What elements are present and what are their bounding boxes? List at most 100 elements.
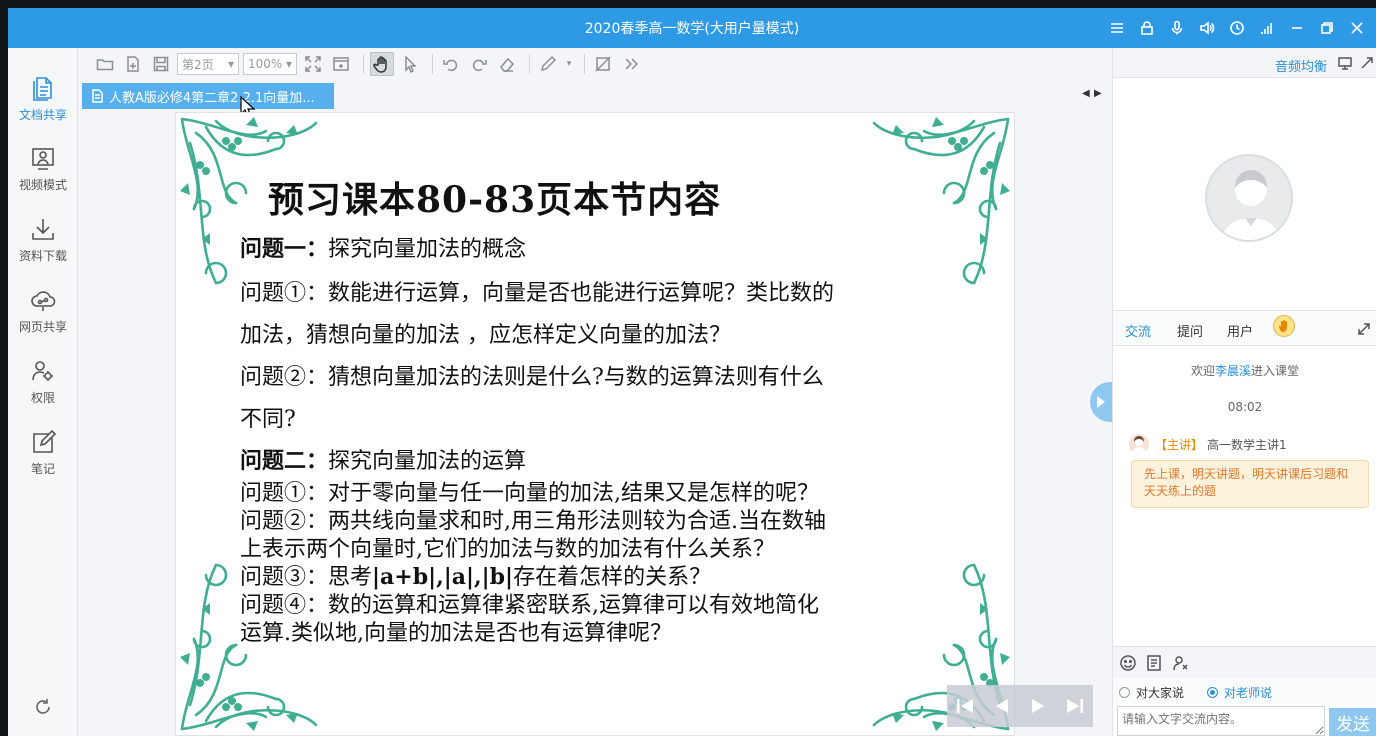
radio-label: 对老师说	[1224, 686, 1273, 700]
tab-users[interactable]: 用户	[1227, 321, 1253, 340]
radio-label: 对大家说	[1136, 686, 1185, 700]
new-page-button[interactable]	[121, 52, 145, 76]
send-button[interactable]: 发送	[1329, 708, 1376, 736]
page-select[interactable]: 第2页 ▾	[177, 53, 239, 75]
open-folder-button[interactable]	[93, 52, 117, 76]
undo-icon	[443, 59, 458, 72]
sender-name: 高一数学主讲1	[1207, 437, 1287, 452]
signal-icon[interactable]	[1252, 8, 1282, 48]
clear-annotations-button[interactable]	[591, 52, 615, 76]
raise-hand-button[interactable]	[1273, 315, 1295, 337]
save-button[interactable]	[149, 52, 173, 76]
fit-screen-button[interactable]	[301, 52, 325, 76]
chat-messages: 欢迎李晨溪进入课堂 08:02 【主讲】 高一数学主讲1 先上课，明天讲题，明天…	[1113, 346, 1376, 646]
pen-options-button[interactable]: ▾	[564, 52, 574, 76]
redo-button[interactable]	[467, 52, 491, 76]
first-page-icon[interactable]	[954, 695, 976, 717]
speaker-icon[interactable]	[1192, 8, 1222, 48]
minimize-icon[interactable]	[1282, 8, 1312, 48]
radio-to-everyone[interactable]: 对大家说	[1119, 684, 1184, 701]
sidebar-item-label: 网页共享	[18, 320, 67, 334]
emoji-icon[interactable]	[1119, 654, 1137, 672]
sidebar-item-note[interactable]: 笔记	[8, 424, 78, 486]
chat-target-options: 对大家说 对老师说	[1113, 678, 1376, 704]
slide-line: 问题①：数能进行运算，向量是否也能进行运算呢？类比数的	[240, 275, 834, 307]
slide-line-text: 加法，猜想向量的加法 ，应怎样定义向量的加法？	[240, 323, 731, 348]
pen-tool-button[interactable]	[536, 52, 560, 76]
clear-annotations-icon	[595, 56, 611, 72]
next-page-icon[interactable]	[1027, 695, 1049, 717]
lock-icon[interactable]	[1132, 8, 1162, 48]
toolbar-divider	[584, 54, 585, 74]
refresh-icon[interactable]	[32, 696, 54, 718]
redo-icon	[472, 59, 487, 72]
last-page-icon[interactable]	[1064, 695, 1086, 717]
user-filter-icon[interactable]	[1171, 654, 1189, 672]
left-sidebar: 文档共享 视频模式 资料下载 网页共享 权限 笔记	[8, 48, 78, 736]
slide-line: 问题一：探究向量加法的概念	[240, 231, 526, 263]
slide-line: 运算.类似地,向量的加法是否也有运算律呢？	[240, 615, 672, 647]
slide-line-text: 运算.类似地,向量的加法是否也有运算律呢？	[240, 621, 672, 646]
document-tab[interactable]: 人教A版必修4第二章2.2.1向量加...	[82, 83, 334, 109]
document-tab-label: 人教A版必修4第二章2.2.1向量加...	[109, 90, 315, 106]
file-icon	[92, 89, 103, 103]
toolbar-divider	[363, 54, 364, 74]
fit-width-icon	[333, 57, 349, 71]
teacher-avatar	[1205, 154, 1293, 242]
previous-page-icon[interactable]	[991, 695, 1013, 717]
sidebar-item-video-mode[interactable]: 视频模式	[8, 140, 78, 202]
pointer-tool-button[interactable]	[398, 52, 422, 76]
tab-scroll-right-icon[interactable]: ▶	[1094, 88, 1106, 99]
document-stage: 预习课本80-83页本节内容 问题一：探究向量加法的概念 问题①：数能进行运算，…	[79, 112, 1112, 736]
zoom-select[interactable]: 100% ▾	[243, 53, 297, 75]
sidebar-item-web-share[interactable]: 网页共享	[8, 282, 78, 344]
pointer-icon	[405, 55, 417, 73]
radio-indicator	[1207, 687, 1218, 698]
menu-icon[interactable]	[1102, 8, 1132, 48]
title-controls	[1102, 8, 1372, 48]
expand-icon[interactable]	[1359, 55, 1375, 71]
zoom-select-value: 100%	[248, 57, 283, 71]
slide-line: 加法，猜想向量的加法 ，应怎样定义向量的加法？	[240, 317, 731, 349]
page-select-value: 第2页	[182, 57, 214, 72]
tab-questions[interactable]: 提问	[1177, 321, 1203, 340]
chat-history-icon[interactable]	[1145, 654, 1163, 672]
sidebar-item-label: 文档共享	[18, 108, 67, 122]
sidebar-item-permission[interactable]: 权限	[8, 353, 78, 415]
slide-line-heading: 问题二：	[240, 448, 329, 474]
slide-line: 不同?	[240, 401, 296, 433]
screen-icon[interactable]	[1337, 55, 1353, 71]
restore-icon[interactable]	[1312, 8, 1342, 48]
popout-chat-icon[interactable]	[1357, 321, 1371, 335]
chat-input[interactable]	[1117, 706, 1325, 736]
save-icon	[153, 56, 169, 72]
hand-icon	[373, 56, 387, 73]
undo-button[interactable]	[439, 52, 463, 76]
welcome-suffix: 进入课堂	[1251, 364, 1300, 378]
window-title: 2020春季高一数学(大用户量模式)	[584, 21, 800, 37]
toolbar-divider	[529, 54, 530, 74]
microphone-icon[interactable]	[1162, 8, 1192, 48]
right-panel-header: 音频均衡	[1113, 48, 1376, 78]
chat-tools	[1113, 646, 1376, 678]
slide-line-text: 探究向量加法的概念	[328, 237, 527, 262]
slide-line-text: 问题②：猜想向量加法的法则是什么?与数的运算法则有什么	[240, 365, 824, 390]
audio-balance-link[interactable]: 音频均衡	[1275, 56, 1327, 75]
tab-chat[interactable]: 交流	[1125, 321, 1151, 340]
more-tools-button[interactable]	[619, 52, 643, 76]
welcome-message: 欢迎李晨溪进入课堂	[1113, 362, 1376, 379]
eraser-button[interactable]	[495, 52, 519, 76]
chevron-down-icon: ▾	[566, 59, 572, 69]
fit-screen-icon	[305, 56, 321, 72]
pen-icon	[540, 55, 557, 72]
hand-tool-button[interactable]	[370, 52, 394, 76]
fit-width-button[interactable]	[329, 52, 353, 76]
toolbar-divider	[432, 54, 433, 74]
close-icon[interactable]	[1342, 8, 1372, 48]
tab-scroll-left-icon[interactable]: ◀	[1082, 88, 1094, 99]
clock-icon[interactable]	[1222, 8, 1252, 48]
sidebar-item-document-share[interactable]: 文档共享	[8, 70, 78, 132]
radio-to-teacher[interactable]: 对老师说	[1207, 684, 1272, 701]
sidebar-item-download[interactable]: 资料下载	[8, 211, 78, 273]
slide-line-heading: 问题一：	[240, 236, 329, 262]
